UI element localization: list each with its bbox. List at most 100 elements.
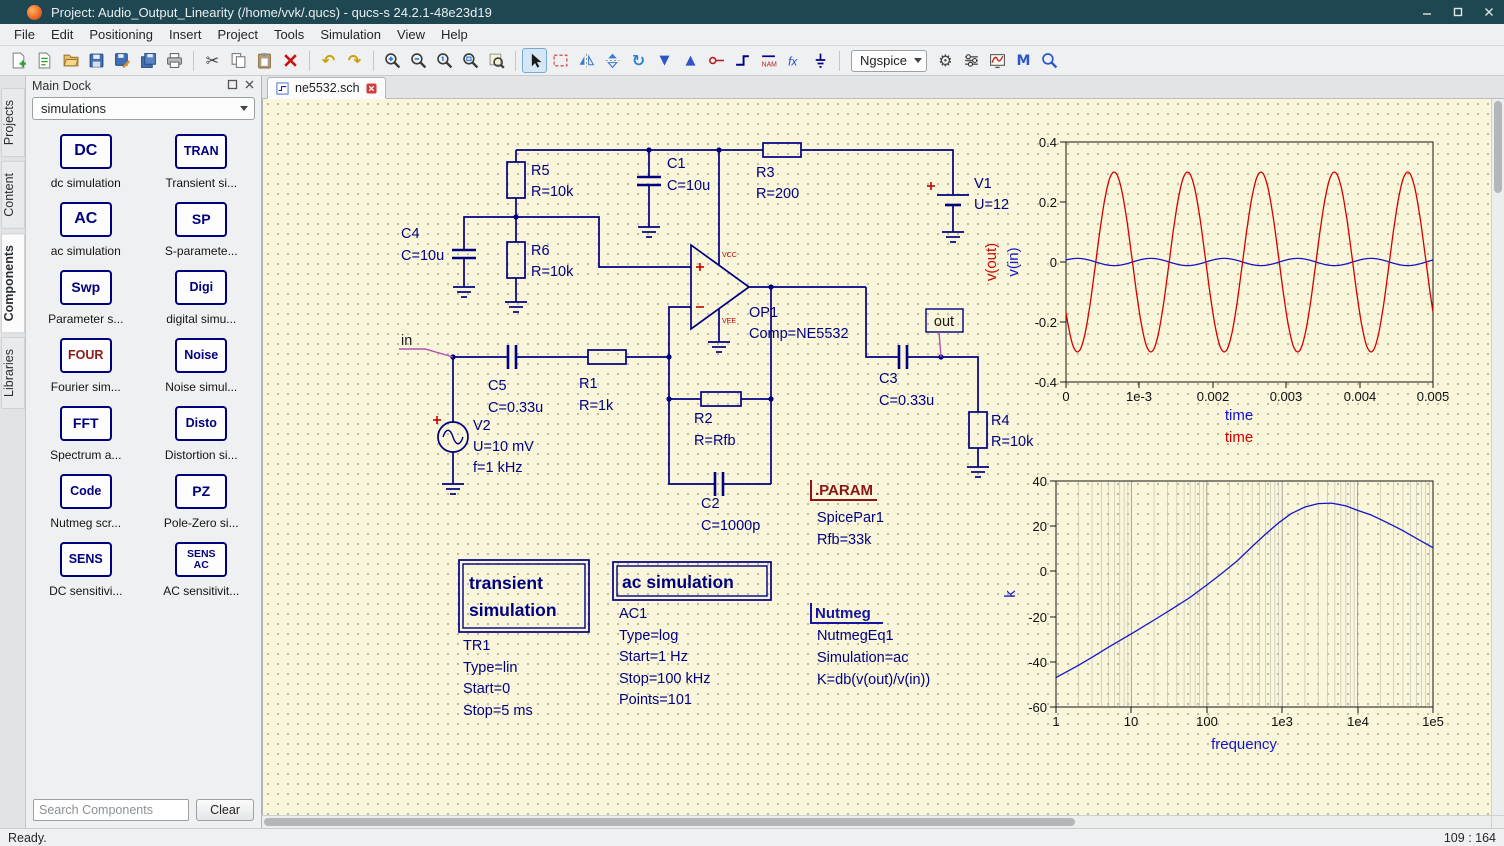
marker-tool-button[interactable]: M: [1011, 48, 1036, 73]
select-marker-button[interactable]: [548, 48, 573, 73]
menu-file[interactable]: File: [6, 25, 43, 44]
insert-wire-button[interactable]: [730, 48, 755, 73]
frequency-response-plot[interactable]: 40 20 0 -20 -40 -60 1 10 100 1e3 1e4 1e5: [1002, 474, 1444, 753]
component-category-select[interactable]: simulations: [32, 97, 255, 120]
voltage-source-V1[interactable]: V1 U=12: [927, 176, 1009, 213]
component-fourier-simulation[interactable]: FOUR Fourier sim...: [28, 338, 144, 394]
sidebar-tab-content[interactable]: Content: [0, 161, 25, 229]
insert-port-button[interactable]: [704, 48, 729, 73]
menu-simulation[interactable]: Simulation: [312, 25, 389, 44]
resistor-R5[interactable]: R5 R=10k: [506, 161, 574, 200]
select-tool-button[interactable]: [522, 48, 547, 73]
component-parameter-sweep[interactable]: Swp Parameter s...: [28, 270, 144, 326]
component-nutmeg-script[interactable]: Code Nutmeg scr...: [28, 474, 144, 530]
mirror-vertical-button[interactable]: [574, 48, 599, 73]
view-data-display-button[interactable]: [985, 48, 1010, 73]
move-up-button[interactable]: ▲: [678, 48, 703, 73]
resistor-R1[interactable]: R1 R=1k: [579, 349, 627, 414]
capacitor-C5[interactable]: C5 C=0.33u: [488, 345, 543, 416]
copy-button[interactable]: [226, 48, 251, 73]
menu-help[interactable]: Help: [433, 25, 476, 44]
horizontal-scrollbar-thumb[interactable]: [264, 818, 1076, 826]
menu-view[interactable]: View: [389, 25, 433, 44]
opamp-OP1[interactable]: VCC VEE OP1 Comp=NE5532: [690, 243, 849, 342]
zoom-in-button[interactable]: [380, 48, 405, 73]
component-dc-simulation[interactable]: DC dc simulation: [28, 134, 144, 190]
spice-param-block[interactable]: .PARAM SpicePar1 Rfb=33k: [810, 480, 884, 548]
component-ac-sensitivity[interactable]: SENS AC AC sensitivit...: [144, 542, 260, 598]
mirror-horizontal-button[interactable]: [600, 48, 625, 73]
move-down-button[interactable]: ▼: [652, 48, 677, 73]
voltage-source-V2[interactable]: V2 U=10 mV f=1 kHz: [433, 416, 534, 476]
simulator-select[interactable]: Ngspice: [851, 49, 927, 72]
dock-close-button[interactable]: [244, 79, 255, 93]
sidebar-tab-components[interactable]: Components: [0, 232, 25, 334]
vertical-scrollbar[interactable]: [1491, 99, 1504, 815]
resistor-R6[interactable]: R6 R=10k: [506, 241, 574, 280]
sidebar-tab-libraries[interactable]: Libraries: [0, 337, 25, 410]
cut-button[interactable]: ✂: [200, 48, 225, 73]
save-all-button[interactable]: [136, 48, 161, 73]
close-button[interactable]: [1473, 0, 1504, 24]
zoom-data-button[interactable]: [1037, 48, 1062, 73]
open-file-button[interactable]: [58, 48, 83, 73]
undo-button[interactable]: ↶: [316, 48, 341, 73]
resistor-R3[interactable]: R3 R=200: [756, 142, 802, 202]
redo-button[interactable]: ↷: [342, 48, 367, 73]
component-dc-sensitivity[interactable]: SENS DC sensitivi...: [28, 542, 144, 598]
insert-wire-label-button[interactable]: NAME: [756, 48, 781, 73]
paste-button[interactable]: [252, 48, 277, 73]
transient-simulation-block[interactable]: transient simulation TR1 Type=lin Start=…: [458, 559, 590, 719]
view-all-button[interactable]: [484, 48, 509, 73]
insert-equation-button[interactable]: fx: [782, 48, 807, 73]
capacitor-C2[interactable]: C2 C=1000p: [701, 472, 760, 534]
time-domain-plot[interactable]: 0.4 0.2 0 -0.2 -0.4 0 1e-3 0.002 0.003 0…: [983, 135, 1449, 446]
menu-edit[interactable]: Edit: [43, 25, 81, 44]
search-components-input[interactable]: [33, 799, 190, 821]
tab-ne5532-sch[interactable]: ne5532.sch: [267, 77, 386, 99]
dock-float-button[interactable]: [227, 79, 238, 93]
horizontal-scrollbar[interactable]: [262, 816, 1491, 828]
menu-tools[interactable]: Tools: [266, 25, 312, 44]
component-pole-zero-simulation[interactable]: PZ Pole-Zero si...: [144, 474, 260, 530]
new-file-button[interactable]: [6, 48, 31, 73]
vertical-scrollbar-thumb[interactable]: [1494, 101, 1502, 193]
component-ac-simulation[interactable]: AC ac simulation: [28, 202, 144, 258]
schematic-canvas[interactable]: R5 R=10k R6 R=10k R3 R=200 R1 R=1k R2 R=…: [262, 99, 1491, 815]
component-spectrum-analysis[interactable]: FFT Spectrum a...: [28, 406, 144, 462]
ac-simulation-block[interactable]: ac simulation AC1 Type=log Start=1 Hz St…: [612, 561, 772, 708]
maximize-button[interactable]: [1442, 0, 1473, 24]
clear-search-button[interactable]: Clear: [196, 799, 254, 821]
menu-positioning[interactable]: Positioning: [81, 25, 161, 44]
new-text-file-button[interactable]: [32, 48, 57, 73]
nutmeg-equation-block[interactable]: Nutmeg NutmegEq1 Simulation=ac K=db(v(ou…: [810, 603, 930, 688]
minimize-button[interactable]: [1411, 0, 1442, 24]
insert-ground-button[interactable]: [808, 48, 833, 73]
zoom-out-button[interactable]: [406, 48, 431, 73]
component-noise-simulation[interactable]: Noise Noise simul...: [144, 338, 260, 394]
node-label-in[interactable]: in: [399, 333, 454, 358]
node-label-out[interactable]: out: [925, 308, 964, 358]
print-button[interactable]: [162, 48, 187, 73]
component-sparameter-simulation[interactable]: SP S-paramete...: [144, 202, 260, 258]
capacitor-C3[interactable]: C3 C=0.33u: [879, 345, 934, 409]
zoom-original-button[interactable]: [432, 48, 457, 73]
tab-close-icon[interactable]: [366, 82, 377, 94]
title-bar[interactable]: Project: Audio_Output_Linearity (/home/v…: [0, 0, 1504, 24]
delete-button[interactable]: [278, 48, 303, 73]
component-digital-simulation[interactable]: Digi digital simu...: [144, 270, 260, 326]
menu-insert[interactable]: Insert: [161, 25, 210, 44]
sidebar-tab-projects[interactable]: Projects: [0, 88, 25, 158]
component-transient-simulation[interactable]: TRAN Transient si...: [144, 134, 260, 190]
save-button[interactable]: [84, 48, 109, 73]
simulate-button[interactable]: ⚙: [933, 48, 958, 73]
resistor-R4[interactable]: R4 R=10k: [968, 411, 1034, 450]
rotate-button[interactable]: ↻: [626, 48, 651, 73]
capacitor-C1[interactable]: C1 C=10u: [637, 156, 710, 194]
component-distortion-simulation[interactable]: Disto Distortion si...: [144, 406, 260, 462]
menu-project[interactable]: Project: [209, 25, 265, 44]
resistor-R2[interactable]: R2 R=Rfb: [694, 391, 742, 449]
zoom-fit-button[interactable]: [458, 48, 483, 73]
simulation-settings-button[interactable]: [959, 48, 984, 73]
save-as-button[interactable]: [110, 48, 135, 73]
